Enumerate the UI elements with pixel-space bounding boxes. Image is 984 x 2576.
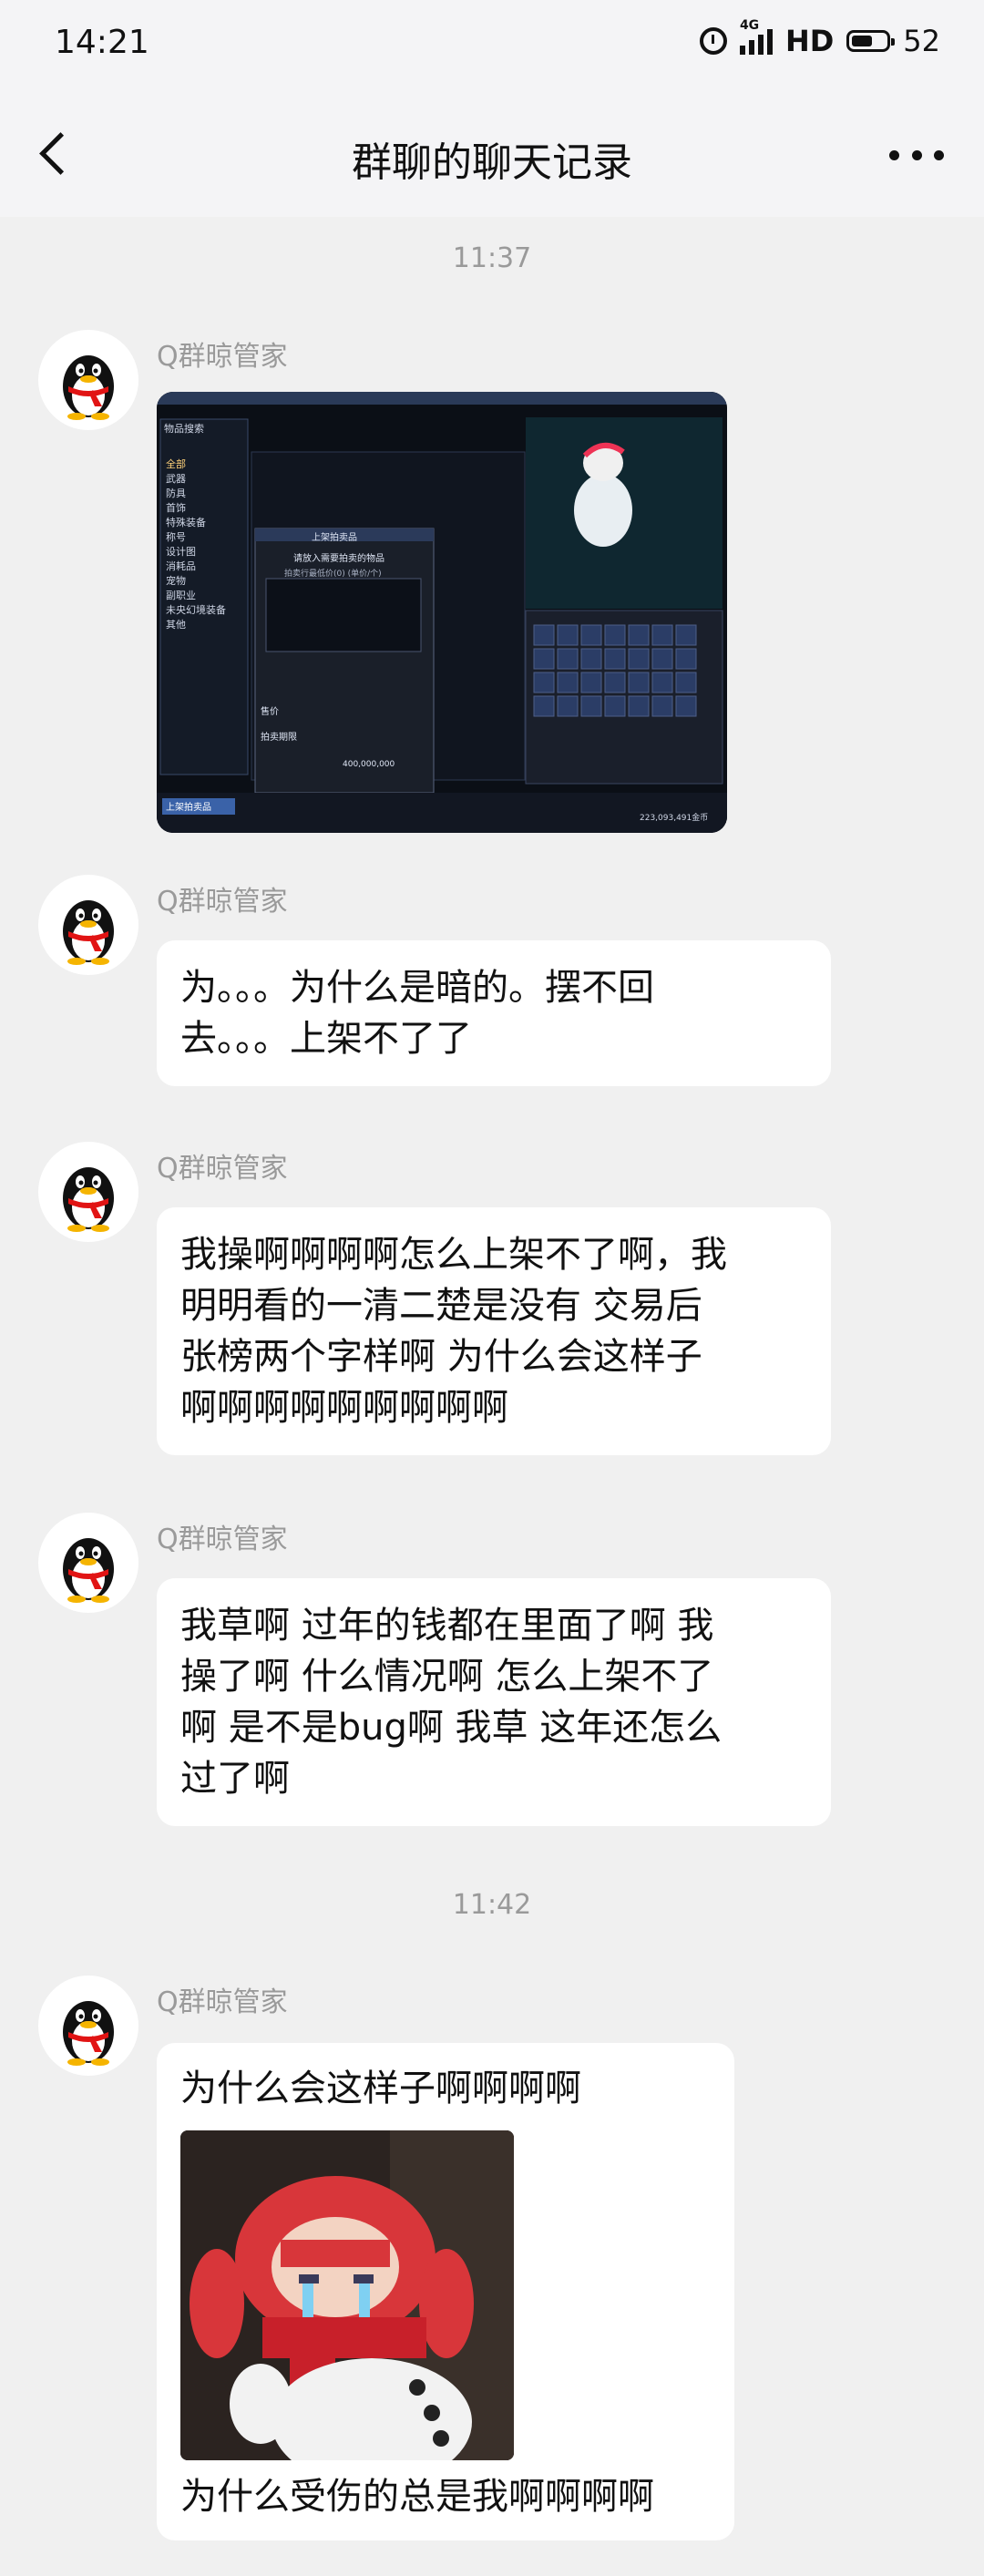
- qq-penguin-icon: [63, 1167, 114, 1232]
- hd-label: HD: [784, 24, 835, 58]
- message-line: 明明看的一清二楚是没有 交易后: [180, 1285, 702, 1327]
- message-line: 为什么受伤的总是我啊啊啊啊: [180, 2476, 654, 2518]
- qq-penguin-icon: [63, 2001, 114, 2066]
- status-time: 14:21: [55, 24, 149, 61]
- auction-gold: 223,093,491金币: [640, 814, 709, 823]
- timestamp: 11:42: [452, 1889, 532, 1921]
- avatar[interactable]: [38, 1513, 138, 1613]
- sender-name: Q群晾管家: [157, 1153, 288, 1185]
- navigation-bar: 群聊的聊天记录: [0, 91, 984, 217]
- auction-price-label: 售价: [261, 707, 279, 717]
- game-screenshot-image[interactable]: 物品搜索 全部 武器 防具 首饰 特殊装备 称号 设计图 消耗品 宠物 副职业 …: [157, 392, 727, 833]
- message-line: 去。。。上架不了了: [180, 1018, 472, 1060]
- message-line: 我操啊啊啊啊怎么上架不了啊，我: [180, 1234, 727, 1276]
- message-line: 操了啊 什么情况啊 怎么上架不了: [180, 1656, 714, 1698]
- auction-duration-label: 拍卖期限: [261, 733, 297, 743]
- qq-penguin-icon: [63, 355, 114, 420]
- auction-tab-search: 物品搜索: [164, 423, 204, 435]
- sender-name: Q群晾管家: [157, 1524, 288, 1555]
- battery-icon: [846, 30, 896, 52]
- alarm-icon: [699, 27, 727, 55]
- auction-dialog-sub: 拍卖行最低价(0) (单价/个): [284, 570, 382, 579]
- message-line: 啊 是不是bug啊 我草 这年还怎么: [180, 1707, 723, 1749]
- sender-name: Q群晾管家: [157, 1986, 288, 2018]
- message-bubble[interactable]: 我草啊 过年的钱都在里面了啊 我 操了啊 什么情况啊 怎么上架不了 啊 是不是b…: [157, 1578, 831, 1826]
- avatar[interactable]: [38, 1976, 138, 2076]
- sender-name: Q群晾管家: [157, 886, 288, 918]
- avatar[interactable]: [38, 330, 138, 430]
- signal-icon: 4G: [739, 18, 773, 55]
- message-line: 我草啊 过年的钱都在里面了啊 我: [180, 1605, 714, 1647]
- message-line: 张榜两个字样啊 为什么会这样子: [180, 1336, 702, 1378]
- message-bubble[interactable]: 我操啊啊啊啊怎么上架不了啊，我 明明看的一清二楚是没有 交易后 张榜两个字样啊 …: [157, 1207, 831, 1455]
- network-type: 4G: [739, 18, 760, 33]
- auction-house-screen: [157, 392, 727, 833]
- battery-level: 52: [903, 24, 940, 58]
- avatar[interactable]: [38, 875, 138, 975]
- avatar[interactable]: [38, 1142, 138, 1242]
- more-options-icon[interactable]: [889, 144, 944, 166]
- message-line: 啊啊啊啊啊啊啊啊啊: [180, 1387, 508, 1429]
- auction-dialog-hint: 请放入需要拍卖的物品: [293, 554, 384, 564]
- message-line: 为。。。为什么是暗的。摆不回: [180, 967, 654, 1009]
- message-bubble[interactable]: 为。。。为什么是暗的。摆不回 去。。。上架不了了: [157, 940, 831, 1086]
- status-icons: 4G HD 52: [699, 18, 940, 58]
- crying-girl-image: [180, 2130, 514, 2460]
- auction-category-list: 全部 武器 防具 首饰 特殊装备 称号 设计图 消耗品 宠物 副职业 未央幻境装…: [166, 458, 226, 631]
- crying-character-sticker[interactable]: [180, 2130, 514, 2460]
- message-line: 过了啊: [180, 1758, 290, 1800]
- qq-penguin-icon: [63, 1538, 114, 1603]
- message-line: 为什么会这样子啊啊啊啊: [180, 2068, 581, 2109]
- timestamp: 11:37: [452, 242, 532, 274]
- sender-name: Q群晾管家: [157, 341, 288, 373]
- qq-penguin-icon: [63, 900, 114, 965]
- message-bubble[interactable]: 为什么会这样子啊啊啊啊 为什么受伤的总是我啊啊啊啊: [157, 2043, 734, 2540]
- status-bar: 14:21 4G HD 52: [0, 0, 984, 91]
- auction-limit-value: 400,000,000: [343, 760, 395, 769]
- auction-sell-button: 上架拍卖品: [166, 803, 211, 813]
- auction-dialog-title: 上架拍卖品: [312, 533, 357, 543]
- page-title: 群聊的聊天记录: [352, 139, 632, 186]
